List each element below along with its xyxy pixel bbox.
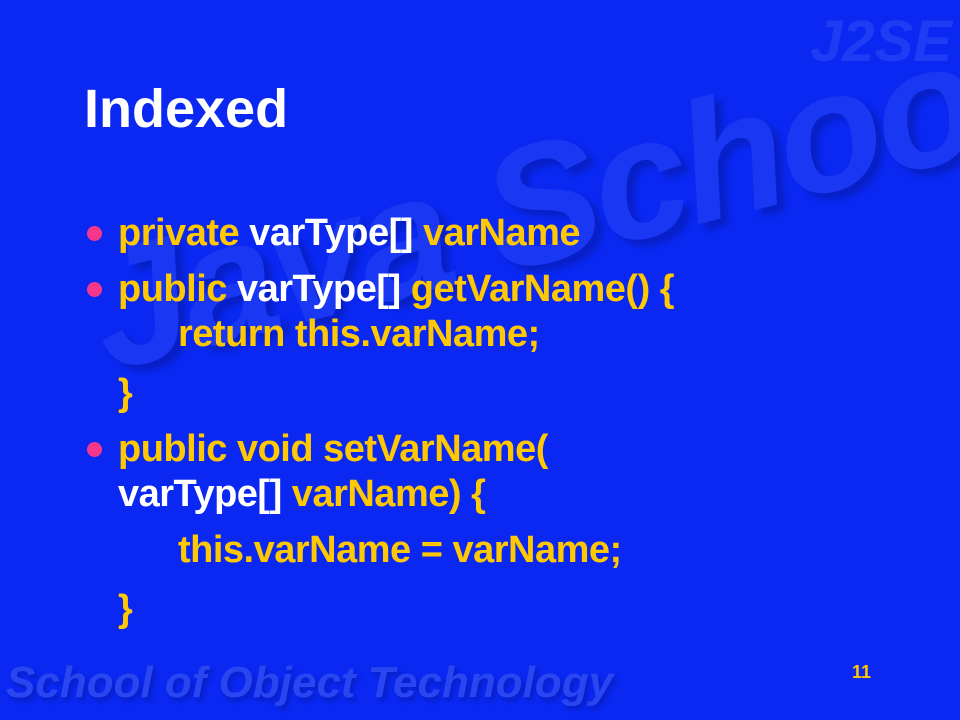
identifier: getVarName() { — [400, 268, 675, 310]
keyword: private — [118, 212, 240, 254]
identifier: varName — [412, 212, 581, 254]
bullet-icon — [87, 282, 102, 297]
bullet-2: public varType[] getVarName() { — [118, 268, 675, 311]
code-line: } — [118, 372, 133, 414]
type: varType[] — [239, 212, 413, 254]
type: varType[] — [226, 268, 401, 310]
code-line: } — [118, 588, 133, 630]
code-line: this.varName = varName; — [178, 529, 622, 571]
bullet-1: private varType[] varName — [118, 212, 581, 255]
bullet-icon — [87, 226, 102, 241]
page-number: 11 — [852, 662, 872, 682]
identifier: varName) { — [281, 473, 486, 515]
code-line: return this.varName; — [178, 313, 540, 355]
bullet-3: public void setVarName( — [118, 428, 548, 470]
slide-title: Indexed — [84, 79, 289, 139]
code-line: varType[] varName) { — [118, 473, 486, 516]
type: varType[] — [118, 473, 282, 515]
keyword: public — [118, 268, 227, 310]
bullet-icon — [87, 442, 102, 457]
footer-watermark: School of Object Technology — [6, 658, 614, 707]
